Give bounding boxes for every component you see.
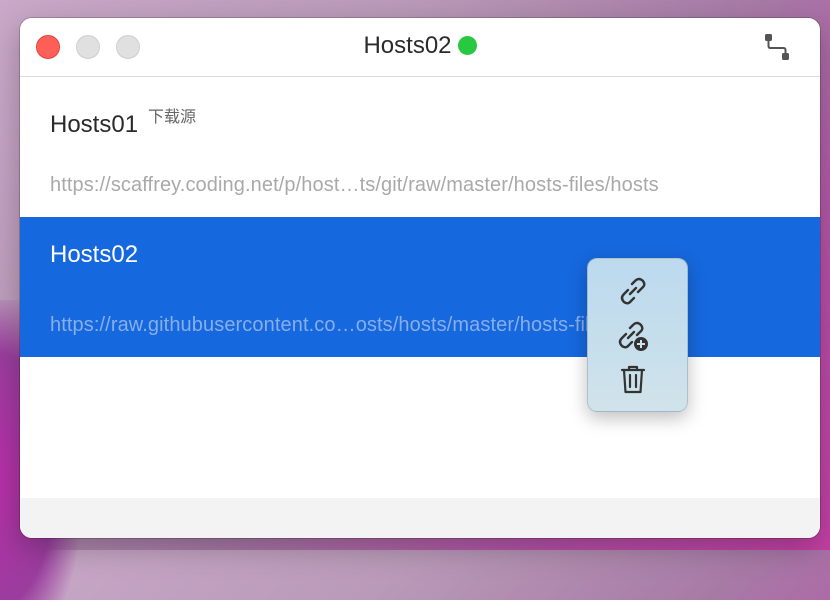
topology-icon[interactable] — [762, 31, 792, 63]
host-tag: 下载源 — [148, 109, 197, 126]
host-url: https://raw.githubusercontent.co…osts/ho… — [50, 314, 665, 336]
context-popover — [587, 258, 688, 412]
add-link-icon[interactable] — [616, 319, 650, 353]
bottom-bar — [20, 498, 820, 538]
list-item[interactable]: Hosts01 下载源 https://scaffrey.coding.net/p… — [20, 77, 820, 217]
list-item-selected[interactable]: Hosts02 https://raw.githubusercontent.co… — [20, 217, 820, 357]
empty-list-area — [20, 357, 820, 497]
link-icon[interactable] — [616, 274, 650, 308]
app-window: Hosts02 Hosts01 下载源 https://scaffrey.codi… — [20, 18, 820, 538]
host-name-line: Hosts01 下载源 — [50, 103, 196, 139]
window-title-group: Hosts02 — [20, 32, 820, 60]
title-bar: Hosts02 — [20, 18, 820, 77]
host-name: Hosts02 — [50, 241, 139, 268]
hosts-list: Hosts01 下载源 https://scaffrey.coding.net/p… — [20, 77, 820, 497]
host-url: https://scaffrey.coding.net/p/host…ts/gi… — [50, 174, 659, 196]
status-dot-icon — [457, 36, 477, 55]
trash-icon[interactable] — [616, 362, 650, 396]
host-name-line: Hosts02 — [50, 241, 138, 269]
window-title: Hosts02 — [363, 32, 452, 59]
host-name: Hosts01 — [50, 111, 139, 138]
